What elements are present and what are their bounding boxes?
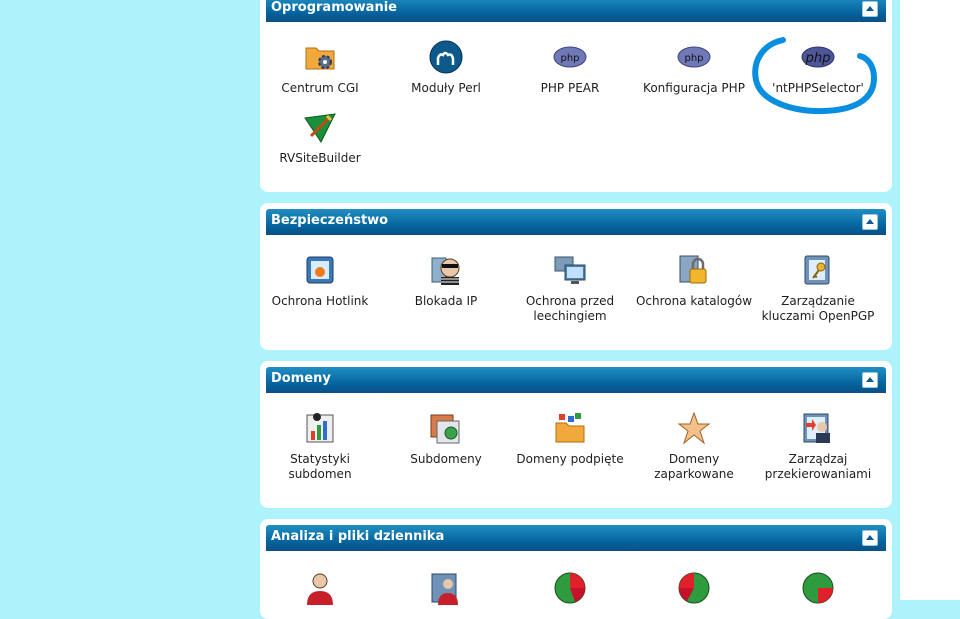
item-latest-visitors[interactable] [260,571,380,612]
collapse-icon[interactable] [862,372,878,388]
svg-text:php: php [560,53,579,64]
item-dir-protect[interactable]: Ochrona katalogów [634,253,754,309]
section-header[interactable]: Oprogramowanie [266,0,886,22]
item-subdomains[interactable]: Subdomeny [386,411,506,467]
item-label: Blokada IP [414,294,478,308]
cgi-folder-gear-icon [305,47,335,70]
item-php-pear[interactable]: php PHP PEAR [510,40,630,96]
section-header[interactable]: Analiza i pliki dziennika [266,525,886,551]
item-ip-block[interactable]: Blokada IP [386,253,506,309]
item-parked-domains[interactable]: Domeny zaparkowane [634,411,754,482]
item-label: RVSiteBuilder [279,151,361,165]
collapse-icon[interactable] [862,530,878,546]
item-label: Statystyki subdomen [288,452,352,481]
collapse-icon[interactable] [862,214,878,230]
item-stats-3[interactable] [758,571,878,612]
item-label: Ochrona katalogów [635,294,753,308]
starfish-icon [677,411,711,445]
item-subdomain-stats[interactable]: Statystyki subdomen [260,411,380,482]
annotation-circle [752,37,878,115]
section-title: Analiza i pliki dziennika [271,529,445,544]
item-label: PHP PEAR [540,81,600,95]
key-icon [804,255,830,285]
collapse-icon[interactable] [862,1,878,17]
section-security: Bezpieczeństwo Ochrona Hotlink Blokada I… [260,203,892,350]
svg-text:php: php [684,53,703,64]
item-label: Moduły Perl [411,81,481,95]
rvsitebuilder-icon [304,113,336,143]
perl-camel-icon [429,40,463,74]
item-hotlink[interactable]: Ochrona Hotlink [260,253,380,309]
item-leech-protect[interactable]: Ochrona przed leechingiem [510,253,630,324]
right-strip [900,0,960,600]
monitors-icon [554,256,586,284]
item-addon-domains[interactable]: Domeny podpięte [510,411,630,467]
item-label: Ochrona przed leechingiem [525,294,615,323]
php-logo-icon: php [553,46,587,68]
item-label: Domeny zaparkowane [654,452,734,481]
item-label: Konfiguracja PHP [643,81,745,95]
item-label: Domeny podpięte [516,452,624,466]
padlock-icon [679,255,707,284]
item-redirects[interactable]: Zarządzaj przekierowaniami [758,411,878,482]
item-rvsitebuilder[interactable]: RVSiteBuilder [260,110,380,166]
item-label: Subdomeny [410,452,482,466]
redirect-icon [803,413,830,443]
item-php-config[interactable]: php Konfiguracja PHP [634,40,754,96]
item-openpgp[interactable]: Zarządzanie kluczami OpenPGP [758,253,878,324]
item-label: Centrum CGI [281,81,359,95]
item-visitors[interactable] [386,571,506,612]
item-label: Zarządzanie kluczami OpenPGP [761,294,875,323]
addon-domains-icon [555,413,585,443]
item-stats-2[interactable] [634,571,754,612]
section-title: Domeny [271,371,331,386]
burglar-icon [431,257,460,285]
section-logs: Analiza i pliki dziennika [260,519,892,619]
section-header[interactable]: Domeny [266,367,886,393]
section-domains: Domeny Statystyki subdomen Subdomeny Dom… [260,361,892,508]
section-title: Bezpieczeństwo [271,213,389,228]
item-cgi-center[interactable]: Centrum CGI [260,40,380,96]
item-label: Ochrona Hotlink [271,294,369,308]
section-title: Oprogramowanie [271,0,397,15]
subdomain-stats-icon [306,413,334,443]
item-perl-modules[interactable]: Moduły Perl [386,40,506,96]
item-label: Zarządzaj przekierowaniami [764,452,872,481]
section-header[interactable]: Bezpieczeństwo [266,209,886,235]
item-stats-1[interactable] [510,571,630,612]
php-logo-icon: php [677,46,711,68]
hotlink-icon [306,256,334,284]
subdomains-icon [430,414,460,444]
